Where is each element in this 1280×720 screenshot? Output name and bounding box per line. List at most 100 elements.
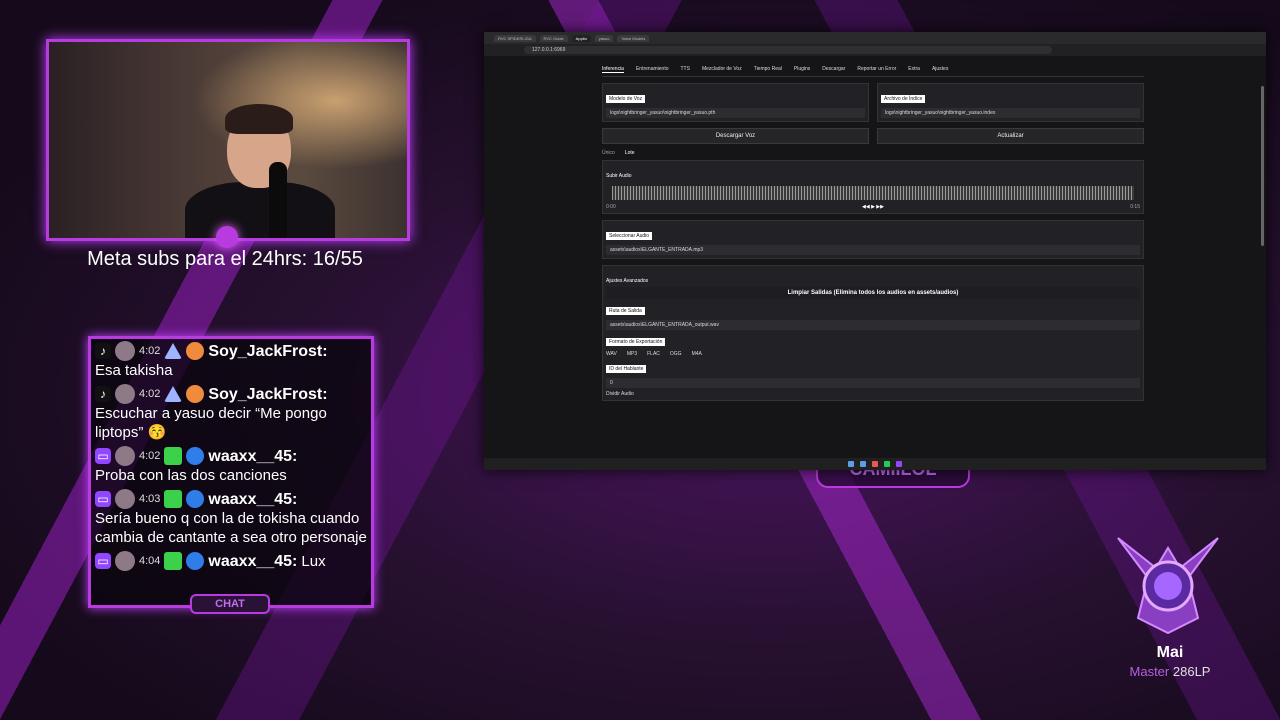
output-path-input[interactable]: assets\audios\ELGANTE_ENTRADA_output.wav [606,320,1140,330]
rank-tier-name: Master [1129,664,1170,679]
chat-text: Escuchar a yasuo decir “Me pongo liptops… [95,405,327,441]
index-select[interactable]: logs\nightbringer_yasuo\nightbringer_yas… [881,108,1140,118]
chat-username: Soy_JackFrost: [208,385,328,403]
rank-player-name: Mai [1156,644,1184,661]
export-format-radios: WAV MP3 FLAC OGG M4A [606,351,1140,357]
chat-message: ▭ 4:04 waaxx__45: Lux [91,549,371,573]
chat-message: ♪ 4:02 Soy_JackFrost: Escuchar a yasuo d… [91,382,371,444]
browser-tab[interactable]: RVC Guide [539,34,568,42]
nav-mezclador[interactable]: Mezclador de Voz [702,66,742,73]
browser-icon[interactable] [872,461,878,467]
audio-upload-panel: Subir Audio 0:00 ◀◀ ▶ ▶▶ 0:15 [602,160,1144,214]
advanced-settings-label[interactable]: Ajustes Avanzados [606,278,648,284]
avatar [115,551,135,571]
address-bar-row: 127.0.0.1:6969 [484,44,1266,56]
tab-bar: RVC SPIDERLIGA RVC Guide Applio yasuo Vo… [484,32,1266,44]
app-nav: Inferencia Entrenamiento TTS Mezclador d… [602,66,1144,77]
index-label: Archivo de Índice [881,95,926,103]
upload-audio-label: Subir Audio [606,173,632,179]
page-scrollbar[interactable] [1261,86,1264,246]
chat-text: Esa takisha [95,362,173,379]
nav-tiempo-real[interactable]: Tiempo Real [754,66,782,73]
browser-tab-active[interactable]: Applio [571,34,591,42]
spotify-icon[interactable] [884,461,890,467]
select-audio-dropdown[interactable]: assets\audios\ELGANTE_ENTRADA.mp3 [606,245,1140,255]
chat-time: 4:02 [139,449,161,462]
clear-outputs-button[interactable]: Limpiar Salidas (Elimina todos los audio… [606,287,1140,299]
chat-box: ♪ 4:02 Soy_JackFrost: Esa takisha ♪ 4:02… [88,336,374,608]
nav-extra[interactable]: Extra [908,66,920,73]
rank-lp: 286LP [1172,664,1211,679]
windows-taskbar [484,458,1266,470]
twitch-icon: ▭ [95,553,111,569]
index-panel: Archivo de Índice logs\nightbringer_yasu… [877,83,1144,122]
nav-tts[interactable]: TTS [681,66,690,73]
explorer-icon[interactable] [860,461,866,467]
badge-icon [164,386,183,402]
avatar [115,446,135,466]
tiktok-icon: ♪ [95,386,111,402]
export-format-label: Formato de Exportación [606,338,666,346]
voice-model-select[interactable]: logs\nightbringer_yasuo\nightbringer_yas… [606,108,865,118]
advanced-settings-panel: Ajustes Avanzados Limpiar Salidas (Elimi… [602,265,1144,401]
streamer-hair [225,104,293,134]
audio-waveform[interactable] [612,186,1134,200]
chat-username: Soy_JackFrost: [208,342,328,360]
badge-icon [164,343,183,359]
chat-time: 4:04 [139,554,161,567]
time-end: 0:15 [1130,204,1140,210]
web-page: Inferencia Entrenamiento TTS Mezclador d… [484,56,1266,458]
chat-text: Lux [301,552,326,570]
chat-message: ▭ 4:02 waaxx__45: Proba con las dos canc… [91,444,371,487]
applio-app: Inferencia Entrenamiento TTS Mezclador d… [602,60,1144,401]
twitch-icon: ▭ [95,491,111,507]
format-ogg[interactable]: OGG [670,351,682,357]
chat-username: waaxx__45: [208,490,298,508]
browser-tab[interactable]: yasuo [594,34,614,42]
windows-start-icon[interactable] [848,461,854,467]
format-mp3[interactable]: MP3 [627,351,637,357]
nav-entrenamiento[interactable]: Entrenamiento [636,66,669,73]
browser-tab[interactable]: Voice Models [617,34,650,42]
avatar [115,489,135,509]
subtab-unico[interactable]: Único [602,150,615,156]
verified-badge-icon [186,552,205,570]
twitch-icon: ▭ [95,448,111,464]
format-flac[interactable]: FLAC [647,351,660,357]
format-m4a[interactable]: M4A [692,351,702,357]
voice-model-panel: Modelo de Voz logs\nightbringer_yasuo\ni… [602,83,869,122]
nav-descargar[interactable]: Descargar [822,66,845,73]
split-audio-checkbox[interactable]: Dividir Audio [606,391,1140,397]
nav-plugins[interactable]: Plugins [794,66,810,73]
select-audio-label: Seleccionar Audio [606,232,653,240]
chat-message: ▭ 4:03 waaxx__45: Sería bueno q con la d… [91,487,371,549]
rank-tier: Master 286LP [1110,664,1230,679]
subtab-lote[interactable]: Lote [625,150,635,156]
webcam-frame [46,39,410,241]
chat-message: ♪ 4:02 Soy_JackFrost: Esa takisha [91,339,371,382]
unload-voice-button[interactable]: Descargar Voz [602,128,869,144]
nav-reportar[interactable]: Reportar un Error [857,66,896,73]
sword-badge-icon [164,552,183,570]
speaker-id-select[interactable]: 0 [606,378,1140,388]
verified-badge-icon [186,447,205,465]
sword-badge-icon [164,490,183,508]
subs-goal-text: Meta subs para el 24hrs: 16/55 [87,248,363,270]
url-input[interactable]: 127.0.0.1:6969 [524,46,1052,54]
twitch-icon[interactable] [896,461,902,467]
select-audio-panel: Seleccionar Audio assets\audios\ELGANTE_… [602,220,1144,259]
tiktok-icon: ♪ [95,343,111,359]
avatar [115,341,135,361]
output-path-label: Ruta de Salida [606,307,645,315]
browser-tab[interactable]: RVC SPIDERLIGA [494,34,536,42]
playback-controls-icon[interactable]: ◀◀ ▶ ▶▶ [862,204,884,210]
heart-badge-icon [186,342,205,360]
format-wav[interactable]: WAV [606,351,617,357]
chat-text: Sería bueno q con la de tokisha cuando c… [95,510,367,546]
voice-model-label: Modelo de Voz [606,95,646,103]
chat-time: 4:02 [139,344,161,357]
nav-ajustes[interactable]: Ajustes [932,66,948,73]
nav-inferencia[interactable]: Inferencia [602,66,624,73]
avatar [115,384,135,404]
refresh-button[interactable]: Actualizar [877,128,1144,144]
